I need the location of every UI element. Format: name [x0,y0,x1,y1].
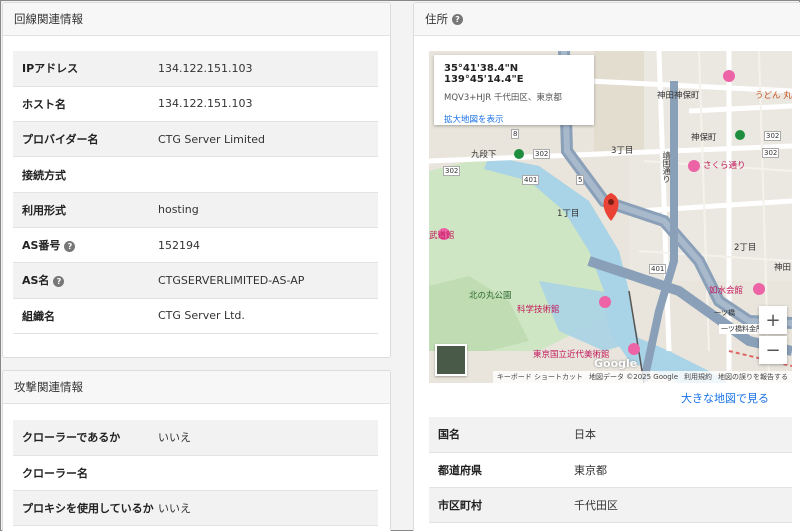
map-label-jinbocho: 神保町 [691,133,717,143]
table-row: ホスト名 134.122.151.103 [13,86,378,123]
browser-frame: 回線関連情報 IPアドレス 134.122.151.103 ホスト名 134.1… [0,0,800,531]
route-401-badge: 401 [522,175,540,185]
row-key-city: 市区町村 [429,487,574,524]
location-pin-icon [603,193,619,221]
row-value-asn: 152194 [158,227,378,264]
map-data-credit: 地図データ ©2025 Google [589,373,678,381]
row-value-ip: 134.122.151.103 [158,51,378,87]
row-value-prefecture: 東京都 [574,452,792,489]
zoom-out-button[interactable]: − [759,336,787,364]
asn-label: AS番号 [22,239,61,253]
terms-link[interactable]: 利用規約 [684,372,712,382]
map-label-budokan: 武道館 [429,231,455,241]
keyboard-shortcuts-link[interactable]: キーボード ショートカット [497,372,583,382]
attack-info-table: クローラーであるか いいえ クローラー名 プロキシを使用しているか いいえ [13,420,378,527]
map-coordinates: 35°41'38.4"N 139°45'14.4"E [444,63,524,85]
map-info-box: 35°41'38.4"N 139°45'14.4"E MQV3+HJR 千代田区… [434,55,594,125]
map-label-jinbocho-top: 神田神保町 [657,91,700,101]
line-info-table: IPアドレス 134.122.151.103 ホスト名 134.122.151.… [13,51,378,334]
table-row: 市区町村 千代田区 [429,487,792,524]
attack-info-title: 攻撃関連情報 [14,380,83,394]
help-icon[interactable]: ? [53,276,65,288]
map-label-kitanomaru: 北の丸公園 [469,291,512,301]
table-row: プロキシを使用しているか いいえ [13,490,378,527]
address-table: 国名 日本 都道府県 東京都 市区町村 千代田区 [429,417,792,524]
row-key-org: 組織名 [13,298,158,334]
zoom-in-button[interactable]: + [759,306,787,334]
row-key-ip: IPアドレス [13,51,158,87]
row-key-prefecture: 都道府県 [429,452,574,489]
table-row: 都道府県 東京都 [429,452,792,489]
asname-label: AS名 [22,274,50,288]
table-row: クローラー名 [13,455,378,492]
row-value-crawler-name [158,455,378,492]
row-key-crawler-name: クローラー名 [13,455,158,492]
attack-info-header: 攻撃関連情報 [3,371,390,404]
row-key-crawler: クローラーであるか [13,420,158,456]
table-row: 利用形式 hosting [13,192,378,228]
row-key-asn: AS番号? [13,227,158,264]
map-satellite-toggle[interactable] [435,344,467,376]
row-value-org: CTG Server Ltd. [158,298,378,334]
map-label-udon: うどん 丸 [755,91,792,101]
big-map-link[interactable]: 大きな地図で見る [681,390,769,406]
attack-info-panel: 攻撃関連情報 クローラーであるか いいえ クローラー名 プロキシを使用しているか… [2,370,391,531]
table-row: クローラーであるか いいえ [13,420,378,456]
row-key-provider: プロバイダー名 [13,121,158,158]
row-value-asname: CTGSERVERLIMITED-AS-AP [158,262,378,299]
google-logo: Google [594,357,638,370]
map-attribution: キーボード ショートカット 地図データ ©2025 Google 利用規約 地図… [492,371,792,383]
table-row: 接続方式 [13,156,378,193]
map-view[interactable]: 35°41'38.4"N 139°45'14.4"E MQV3+HJR 千代田区… [429,51,792,383]
map-label-josui: 如水会館 [709,286,744,296]
line-info-header: 回線関連情報 [3,3,390,36]
row-key-host: ホスト名 [13,86,158,123]
route-5-badge: 5 [576,175,585,185]
row-value-country: 日本 [574,417,792,453]
map-label-hitotsubashi: 一ツ橋 [714,309,735,317]
map-label-kagaku: 科学技術館 [517,305,560,315]
row-value-connection [158,156,378,193]
row-value-usage: hosting [158,192,378,228]
row-value-proxy: いいえ [158,490,378,527]
help-icon[interactable]: ? [64,241,76,253]
route-401-badge: 401 [649,264,667,274]
table-row: 組織名 CTG Server Ltd. [13,298,378,334]
map-plus-code: MQV3+HJR 千代田区、東京都 [444,93,562,103]
row-value-provider: CTG Server Limited [158,121,378,158]
map-label-1chome: 1丁目 [557,209,580,219]
report-error-link[interactable]: 地図の誤りを報告する [718,372,788,382]
row-key-usage: 利用形式 [13,192,158,228]
row-value-city: 千代田区 [574,487,792,524]
route-302-badge: 302 [443,166,461,176]
row-key-connection: 接続方式 [13,156,158,193]
open-larger-map-link[interactable]: 拡大地図を表示 [444,113,584,125]
line-info-panel: 回線関連情報 IPアドレス 134.122.151.103 ホスト名 134.1… [2,2,391,358]
map-label-yasukuni: 靖国通り [662,151,671,183]
row-value-crawler: いいえ [158,420,378,456]
address-title: 住所 [425,12,448,26]
route-8-badge: 8 [511,129,520,139]
map-label-kanda: 神田 [774,263,792,273]
table-row: プロバイダー名 CTG Server Limited [13,121,378,158]
map-label-kudanshita: 九段下 [471,150,497,160]
row-key-asname: AS名? [13,262,158,299]
row-value-host: 134.122.151.103 [158,86,378,123]
table-row: AS名? CTGSERVERLIMITED-AS-AP [13,262,378,299]
route-302-badge: 302 [533,149,551,159]
map-label-2chome: 2丁目 [734,243,757,253]
route-302-badge: 302 [762,148,780,158]
map-label-sakura: さくら通り [703,161,746,171]
row-key-proxy: プロキシを使用しているか [13,490,158,527]
route-302-badge: 302 [764,131,782,141]
map-label-3chome: 3丁目 [611,146,634,156]
address-header: 住所 ? [414,3,800,36]
table-row: 国名 日本 [429,417,792,453]
table-row: AS番号? 152194 [13,227,378,264]
help-icon[interactable]: ? [452,13,463,25]
row-key-country: 国名 [429,417,574,453]
table-row: IPアドレス 134.122.151.103 [13,51,378,87]
line-info-title: 回線関連情報 [14,12,83,26]
